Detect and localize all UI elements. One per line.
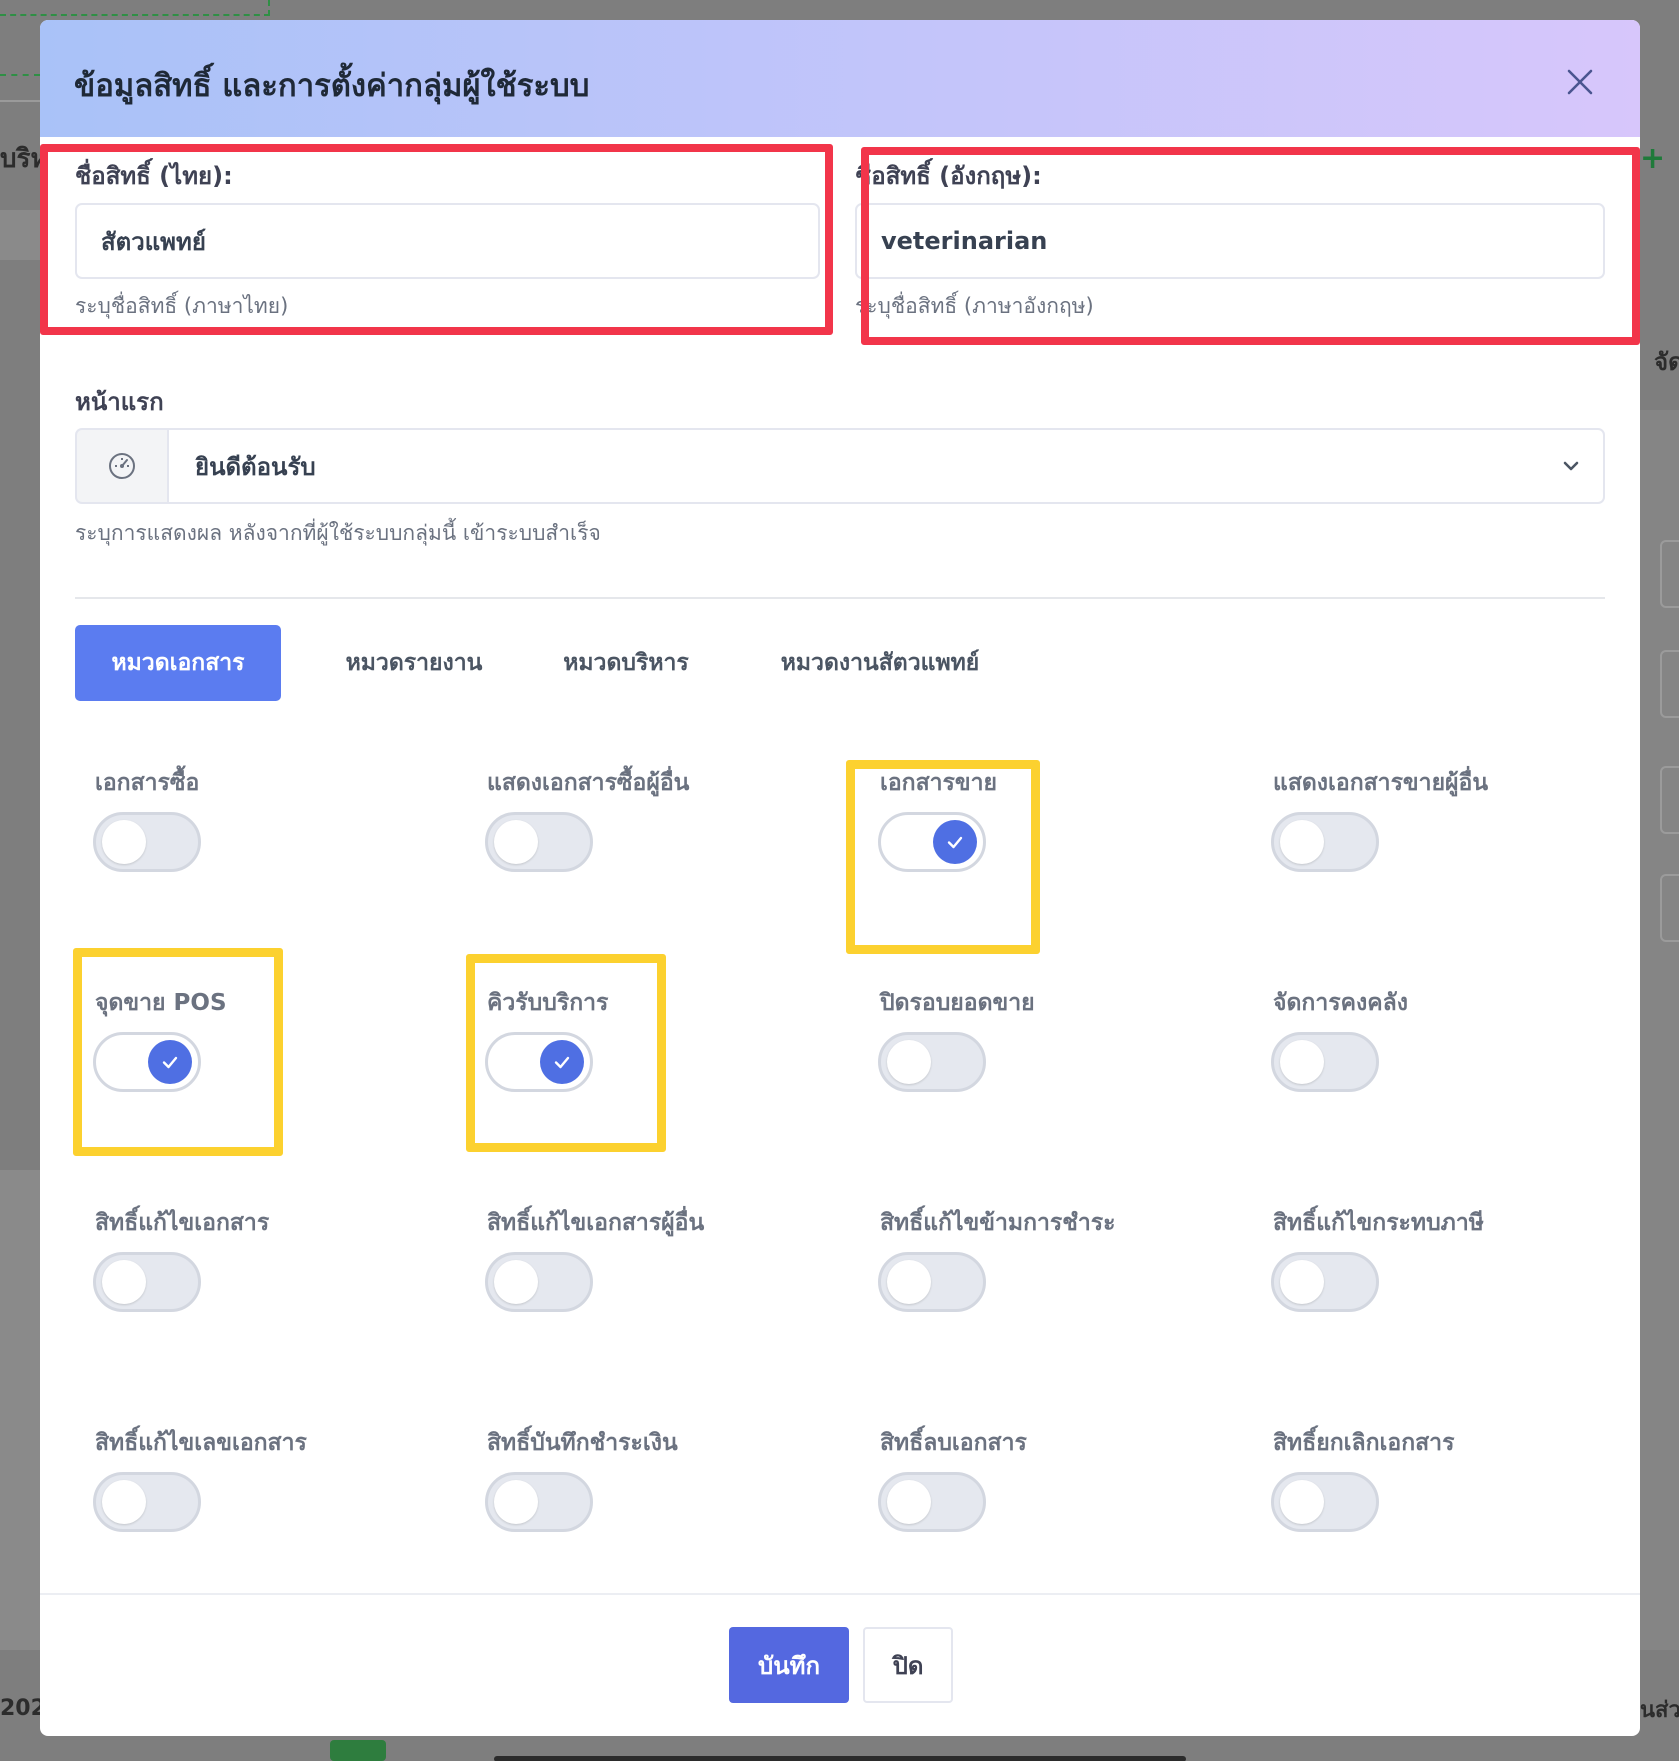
tab-veterinary[interactable]: หมวดงานสัตวแพทย์ <box>755 625 1005 701</box>
permission-label: สิทธิ์แก้ไขเอกสารผู้อื่น <box>487 1210 705 1236</box>
tab-reports[interactable]: หมวดรายงาน <box>315 625 513 701</box>
permission-label: แสดงเอกสารขายผู้อื่น <box>1273 770 1489 796</box>
chevron-down-icon <box>1563 461 1579 471</box>
backdrop-panel <box>0 1170 40 1650</box>
backdrop-card <box>1660 874 1679 942</box>
permission-toggle[interactable] <box>93 812 201 872</box>
tab-documents[interactable]: หมวดเอกสาร <box>75 625 281 701</box>
permission-toggle[interactable] <box>878 1252 986 1312</box>
permission-toggle[interactable] <box>485 1472 593 1532</box>
permission-label: สิทธิ์แก้ไขกระทบภาษี <box>1273 1210 1484 1236</box>
plus-icon: + <box>1640 141 1666 176</box>
name-en-hint: ระบุชื่อสิทธิ์ (ภาษาอังกฤษ) <box>855 294 1094 318</box>
name-en-label: ชื่อสิทธิ์ (อังกฤษ): <box>855 162 1042 190</box>
permission-toggle[interactable] <box>1271 1472 1379 1532</box>
backdrop-badge <box>330 1740 386 1761</box>
permission-label: สิทธิ์ยกเลิกเอกสาร <box>1273 1430 1455 1456</box>
homepage-addon <box>75 428 167 504</box>
permission-label: ปิดรอบยอดขาย <box>880 990 1035 1016</box>
permission-label: เอกสารขาย <box>880 770 998 796</box>
check-icon <box>554 1056 570 1069</box>
permission-label: คิวรับบริการ <box>487 990 609 1016</box>
close-icon <box>1567 69 1593 95</box>
toggle-knob <box>1280 1480 1324 1524</box>
homepage-label: หน้าแรก <box>75 388 164 416</box>
backdrop-row <box>0 210 40 260</box>
toggle-knob <box>933 820 977 864</box>
backdrop-scrollbar <box>494 1756 1186 1761</box>
name-th-label: ชื่อสิทธิ์ (ไทย): <box>75 162 233 190</box>
cancel-button[interactable]: ปิด <box>863 1627 953 1703</box>
modal-header: ข้อมูลสิทธิ์ และการตั้งค่ากลุ่มผู้ใช้ระบ… <box>40 20 1640 137</box>
footer-divider <box>40 1593 1640 1595</box>
permission-label: สิทธิ์แก้ไขข้ามการชำระ <box>880 1210 1116 1236</box>
permission-toggle[interactable] <box>1271 812 1379 872</box>
homepage-select[interactable]: ยินดีต้อนรับ <box>167 428 1605 504</box>
homepage-selected-value: ยินดีต้อนรับ <box>195 452 316 481</box>
permission-toggle[interactable] <box>485 1032 593 1092</box>
backdrop-text: นส่ว <box>1640 1698 1679 1723</box>
backdrop-divider <box>0 100 40 102</box>
backdrop-text: จัด <box>1654 348 1679 376</box>
toggle-knob <box>887 1040 931 1084</box>
toggle-knob <box>494 1260 538 1304</box>
toggle-knob <box>887 1480 931 1524</box>
section-divider <box>75 597 1605 599</box>
permission-toggle[interactable] <box>485 812 593 872</box>
permission-label: สิทธิ์แก้ไขเอกสาร <box>95 1210 270 1236</box>
save-button[interactable]: บันทึก <box>729 1627 849 1703</box>
backdrop-dashed-line <box>0 14 270 16</box>
permission-toggle[interactable] <box>93 1032 201 1092</box>
permission-toggle[interactable] <box>1271 1032 1379 1092</box>
backdrop-dashed-line <box>268 0 270 16</box>
permission-label: เอกสารซื้อ <box>95 770 200 796</box>
backdrop-dashed-line <box>0 74 40 76</box>
toggle-knob <box>1280 1040 1324 1084</box>
backdrop-card <box>1660 540 1679 608</box>
homepage-hint: ระบุการแสดงผล หลังจากที่ผู้ใช้ระบบกลุ่มน… <box>75 521 601 545</box>
backdrop-card <box>1660 650 1679 718</box>
permission-settings-modal: ข้อมูลสิทธิ์ และการตั้งค่ากลุ่มผู้ใช้ระบ… <box>40 20 1640 1736</box>
permission-label: แสดงเอกสารซื้อผู้อื่น <box>487 770 690 796</box>
permission-toggle[interactable] <box>878 1472 986 1532</box>
toggle-knob <box>102 1260 146 1304</box>
permission-label: จุดขาย POS <box>95 990 227 1016</box>
check-icon <box>947 836 963 849</box>
permission-toggle[interactable] <box>878 1032 986 1092</box>
toggle-knob <box>540 1040 584 1084</box>
toggle-knob <box>494 820 538 864</box>
homepage-select-group: ยินดีต้อนรับ <box>75 428 1605 504</box>
check-icon <box>162 1056 178 1069</box>
toggle-knob <box>1280 1260 1324 1304</box>
name-en-input[interactable] <box>855 203 1605 279</box>
permission-label: สิทธิ์แก้ไขเลขเอกสาร <box>95 1430 307 1456</box>
dashboard-gauge-icon <box>109 453 135 479</box>
name-th-hint: ระบุชื่อสิทธิ์ (ภาษาไทย) <box>75 294 289 318</box>
permission-toggle[interactable] <box>485 1252 593 1312</box>
permission-toggle[interactable] <box>878 812 986 872</box>
close-button[interactable] <box>1564 66 1596 98</box>
permission-toggle[interactable] <box>93 1252 201 1312</box>
toggle-knob <box>494 1480 538 1524</box>
permission-label: สิทธิ์บันทึกชำระเงิน <box>487 1430 678 1456</box>
toggle-knob <box>102 1480 146 1524</box>
toggle-knob <box>102 820 146 864</box>
name-th-input[interactable] <box>75 203 820 279</box>
toggle-knob <box>887 1260 931 1304</box>
toggle-knob <box>148 1040 192 1084</box>
backdrop-card <box>1660 766 1679 834</box>
permission-toggle[interactable] <box>1271 1252 1379 1312</box>
permission-toggle[interactable] <box>93 1472 201 1532</box>
tab-administration[interactable]: หมวดบริหาร <box>536 625 716 701</box>
toggle-knob <box>1280 820 1324 864</box>
permission-label: สิทธิ์ลบเอกสาร <box>880 1430 1027 1456</box>
modal-title: ข้อมูลสิทธิ์ และการตั้งค่ากลุ่มผู้ใช้ระบ… <box>74 68 590 104</box>
permission-label: จัดการคงคลัง <box>1273 990 1408 1016</box>
